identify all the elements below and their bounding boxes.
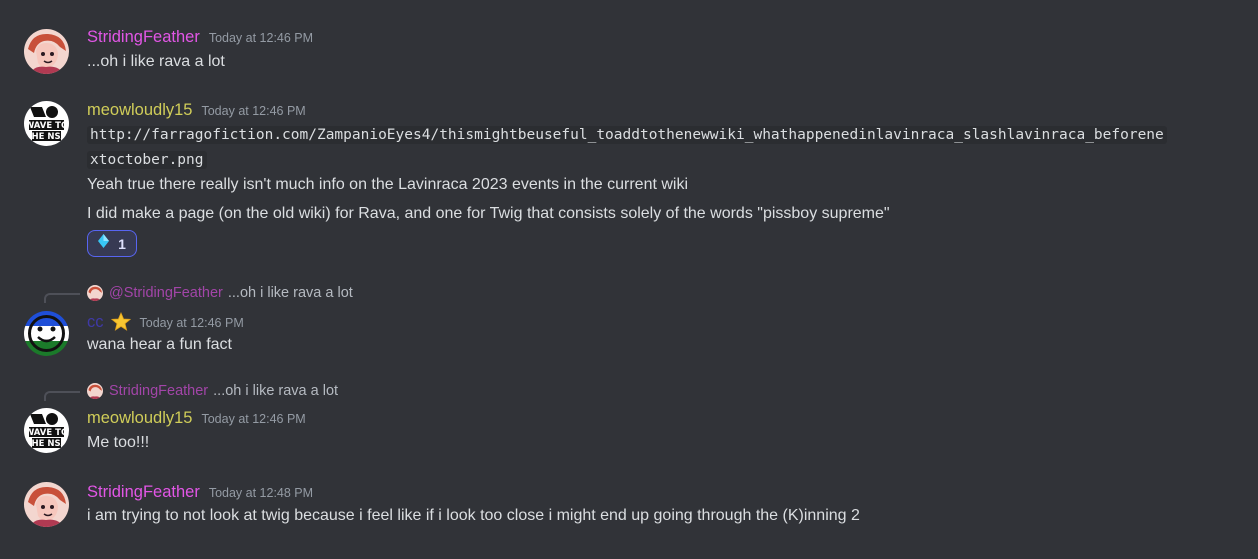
- message-text: ...oh i like rava a lot: [87, 53, 225, 70]
- timestamp[interactable]: Today at 12:46 PM: [201, 408, 305, 430]
- reaction-count: 1: [118, 235, 126, 252]
- message-text: i am trying to not look at twig because …: [87, 507, 860, 524]
- inline-code-url: http://farragofiction.com/ZampanioEyes4/…: [87, 126, 1167, 144]
- reaction-button[interactable]: 1: [87, 230, 137, 257]
- code-block-cont: xtoctober.png: [87, 148, 207, 173]
- avatar[interactable]: [24, 311, 69, 356]
- reply-avatar: [87, 285, 103, 301]
- message-text: Me too!!!: [87, 434, 150, 451]
- reply-connector: [44, 391, 80, 401]
- timestamp[interactable]: Today at 12:46 PM: [201, 100, 305, 122]
- svg-text:THE NSA: THE NSA: [26, 439, 68, 449]
- svg-text:THE NSA: THE NSA: [26, 132, 68, 142]
- avatar[interactable]: [24, 29, 69, 74]
- svg-text:WAVE TO: WAVE TO: [25, 428, 68, 438]
- svg-text:WAVE TO: WAVE TO: [25, 121, 68, 131]
- reply-text[interactable]: ...oh i like rava a lot: [213, 383, 338, 399]
- username[interactable]: StridingFeather: [87, 481, 200, 503]
- timestamp[interactable]: Today at 12:48 PM: [209, 482, 313, 504]
- reply-username[interactable]: @StridingFeather: [109, 285, 223, 301]
- message-text: I did make a page (on the old wiki) for …: [87, 205, 890, 222]
- reply-text[interactable]: ...oh i like rava a lot: [228, 285, 353, 301]
- reply-username[interactable]: StridingFeather: [109, 383, 208, 399]
- reply-avatar: [87, 383, 103, 399]
- timestamp[interactable]: Today at 12:46 PM: [140, 312, 244, 334]
- username[interactable]: meowloudly15: [87, 99, 192, 121]
- message-text: Yeah true there really isn't much info o…: [87, 176, 689, 193]
- avatar[interactable]: WAVE TO THE NSA: [24, 408, 69, 453]
- star-icon: [110, 311, 131, 332]
- timestamp[interactable]: Today at 12:46 PM: [209, 27, 313, 49]
- username[interactable]: StridingFeather: [87, 26, 200, 48]
- avatar[interactable]: WAVE TO THE NSA: [24, 101, 69, 146]
- message-text: wana hear a fun fact: [87, 336, 232, 353]
- username[interactable]: cc: [87, 311, 104, 333]
- reply-preview[interactable]: StridingFeather ...oh i like rava a lot: [87, 381, 338, 401]
- chat-message-list: StridingFeather Today at 12:46 PM ...oh …: [0, 0, 1258, 559]
- reply-connector: [44, 293, 80, 303]
- inline-code-url: xtoctober.png: [87, 151, 207, 169]
- reply-preview[interactable]: @StridingFeather ...oh i like rava a lot: [87, 283, 353, 303]
- diamond-icon: [98, 234, 110, 253]
- code-block: http://farragofiction.com/ZampanioEyes4/…: [87, 123, 1167, 148]
- avatar[interactable]: [24, 482, 69, 527]
- username[interactable]: meowloudly15: [87, 407, 192, 429]
